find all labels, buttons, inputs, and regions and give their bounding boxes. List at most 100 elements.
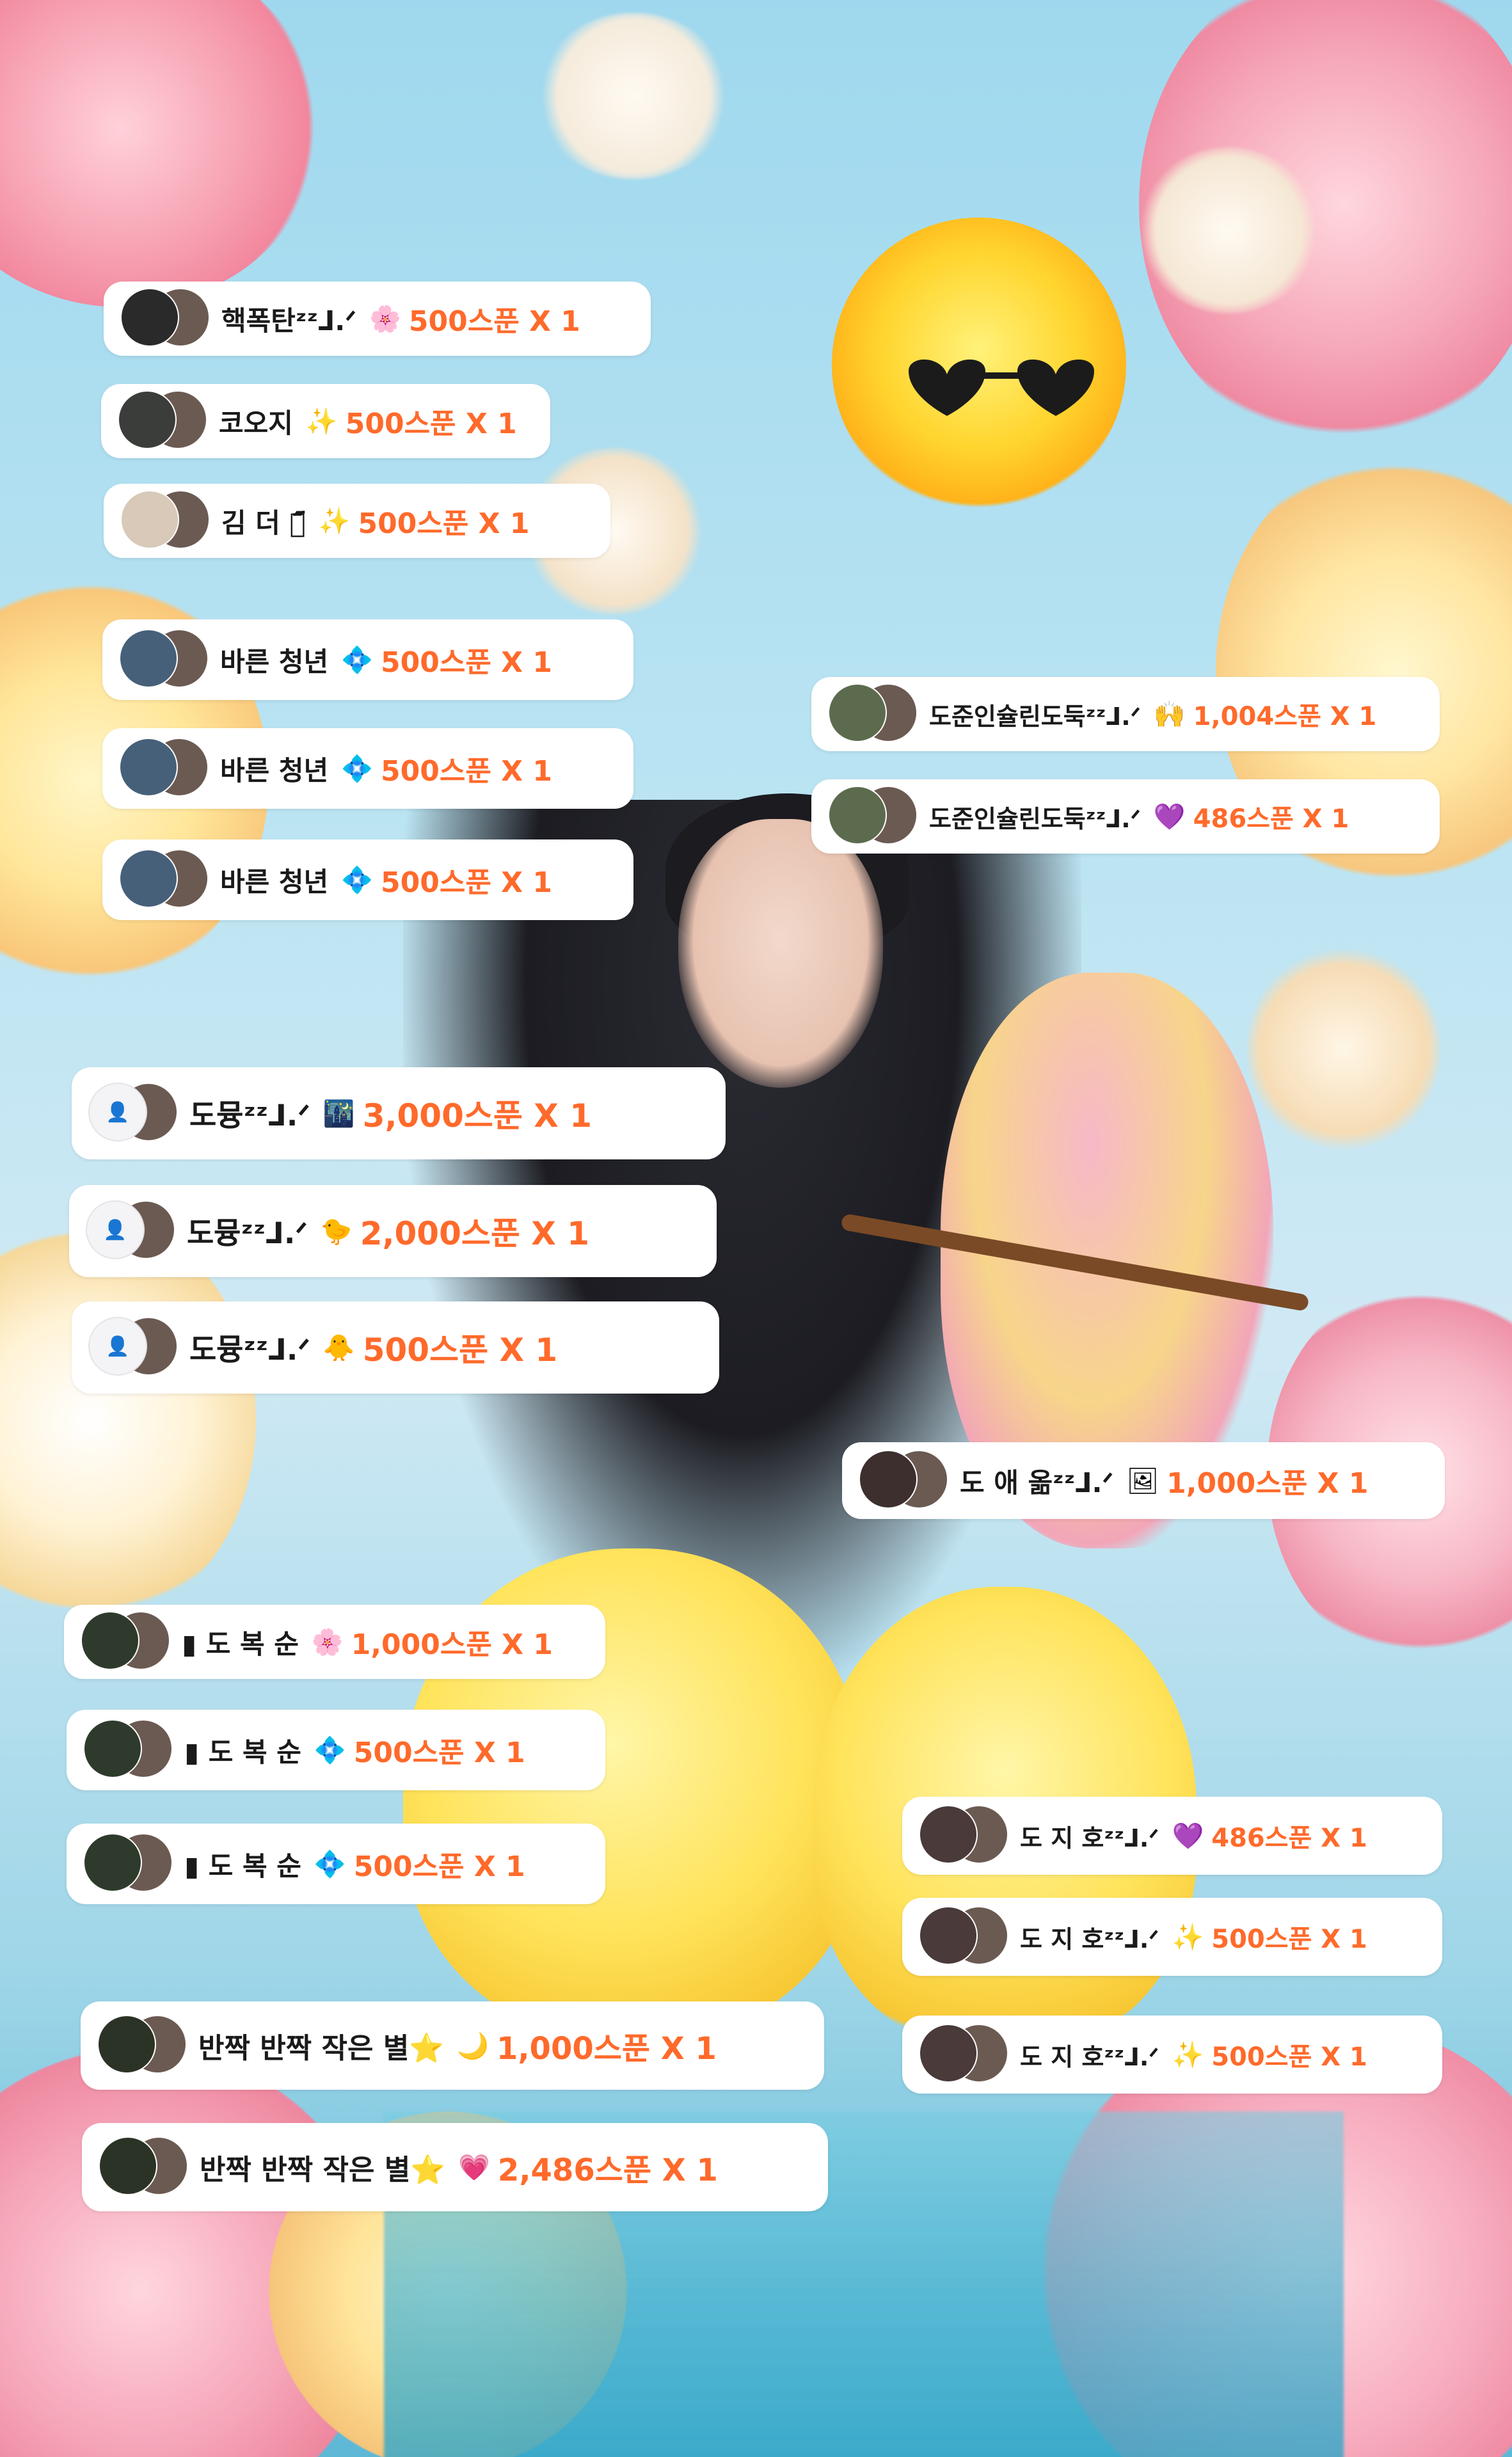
sparkle-gift-icon: ✨ <box>318 506 351 536</box>
sender-name: 도 애 옮ᶻᶻᒧ.ᐟ <box>960 1467 1114 1499</box>
photo-gift-icon: 🌃 <box>322 1099 355 1129</box>
sender-name: 김 더 덕᷇᷄ <box>221 507 306 539</box>
sender-avatar <box>919 2024 978 2083</box>
sender-name: 핵폭탄ᶻᶻᒧ.ᐟ <box>221 305 357 337</box>
gift-amount: 2,486스푼 X 1 <box>497 2152 718 2188</box>
gift-message: 반짝 반짝 작은 별⭐ 🌙 1,000스푼 X 1 <box>81 2001 824 2090</box>
gift-message: 바른 청년 💠 500스푼 X 1 <box>102 728 633 809</box>
avatar-pair <box>828 683 918 745</box>
sender-name: 바른 청년 <box>220 646 329 678</box>
sparkle-gift-icon: ✨ <box>1172 1922 1204 1952</box>
sender-name: 바른 청년 <box>220 866 329 898</box>
bubble-gift-icon: 💠 <box>314 1849 346 1879</box>
avatar-pair <box>83 1719 173 1781</box>
default-avatar: 👤 <box>88 1083 147 1141</box>
gift-amount: 500스푼 X 1 <box>1211 2042 1367 2072</box>
gift-amount: 486스푼 X 1 <box>1211 1824 1367 1853</box>
gift-amount: 500스푼 X 1 <box>381 755 552 788</box>
gift-message: 도 지 호ᶻᶻᒧ.ᐟ ✨ 500스푼 X 1 <box>902 1898 1442 1976</box>
gift-message: 도 지 호ᶻᶻᒧ.ᐟ ✨ 500스푼 X 1 <box>902 2016 1442 2094</box>
sender-name: 도 지 호ᶻᶻᒧ.ᐟ <box>1020 1824 1159 1852</box>
gift-message: 김 더 덕᷇᷄ ✨ 500스푼 X 1 <box>104 484 610 558</box>
bubble-gift-icon: 💠 <box>314 1735 346 1765</box>
gift-message: 코오지 ✨ 500스푼 X 1 <box>101 384 550 458</box>
sparkle-gift-icon: ✨ <box>1172 2040 1204 2070</box>
sender-name: 도뮹ᶻᶻᒧ.ᐟ <box>189 1332 310 1367</box>
gift-message: 👤 도뮹ᶻᶻᒧ.ᐟ 🌃 3,000스푼 X 1 <box>72 1067 726 1159</box>
moon-gift-icon: 🌙 <box>457 2031 489 2061</box>
sender-avatar <box>119 629 178 688</box>
avatar-pair <box>919 1906 1008 1968</box>
sender-name: ▮ 도 복 순 <box>182 1628 299 1660</box>
sender-avatar <box>83 1833 142 1892</box>
sender-name: 바른 청년 <box>220 754 329 786</box>
avatar-pair <box>119 849 209 910</box>
hibiscus-flower-decoration <box>0 0 320 307</box>
avatar-pair <box>119 629 209 690</box>
gift-amount: 500스푼 X 1 <box>362 1332 558 1369</box>
gift-message: 핵폭탄ᶻᶻᒧ.ᐟ 🌸 500스푼 X 1 <box>104 282 651 356</box>
gift-amount: 1,000스푼 X 1 <box>351 1628 553 1661</box>
gift-amount: 1,004스푼 X 1 <box>1193 702 1377 731</box>
sender-name: 반짝 반짝 작은 별⭐ <box>200 2154 446 2186</box>
gift-message: ▮ 도 복 순 💠 500스푼 X 1 <box>67 1824 605 1904</box>
plumeria-flower-decoration <box>0 1216 256 1625</box>
sender-name: 도뮹ᶻᶻᒧ.ᐟ <box>189 1098 310 1133</box>
gift-amount: 500스푼 X 1 <box>381 866 552 899</box>
user-silhouette-icon: 👤 <box>103 1218 127 1241</box>
sender-avatar <box>119 849 178 908</box>
sender-name: 코오지 <box>219 407 293 439</box>
gift-amount: 1,000스푼 X 1 <box>1166 1467 1369 1500</box>
sender-name: 도준인슐린도둑ᶻᶻᒧ.ᐟ <box>929 804 1141 833</box>
bubble-gift-icon: 💠 <box>341 754 373 784</box>
sender-name: 도 지 호ᶻᶻᒧ.ᐟ <box>1020 1925 1159 1953</box>
sender-name: 도뮹ᶻᶻᒧ.ᐟ <box>187 1216 308 1250</box>
avatar-pair <box>919 1805 1008 1866</box>
user-silhouette-icon: 👤 <box>106 1101 130 1124</box>
sender-name: 도준인슐린도둑ᶻᶻᒧ.ᐟ <box>929 702 1141 731</box>
avatar-pair: 👤 <box>88 1083 178 1144</box>
seashell-decoration <box>537 13 729 179</box>
gift-message: 바른 청년 💠 500스푼 X 1 <box>102 839 633 920</box>
avatar-pair <box>97 2015 187 2076</box>
streamer-face <box>678 819 883 1088</box>
seashell-decoration <box>1248 947 1440 1152</box>
sender-avatar <box>81 1611 139 1670</box>
avatar-pair <box>828 786 918 847</box>
potion-gift-icon: 💗 <box>458 2152 490 2183</box>
gift-amount: 500스푼 X 1 <box>353 1737 525 1769</box>
gift-message: 도준인슐린도둑ᶻᶻᒧ.ᐟ 💜 486스푼 X 1 <box>811 779 1440 854</box>
sender-name: ▮ 도 복 순 <box>184 1850 301 1882</box>
heart-sunglasses-icon <box>909 359 1094 416</box>
sender-avatar <box>919 1906 978 1965</box>
chick-gift-icon: 🐤 <box>320 1216 353 1246</box>
gift-amount: 500스푼 X 1 <box>353 1850 525 1883</box>
gift-message: ▮ 도 복 순 💠 500스푼 X 1 <box>67 1710 605 1790</box>
gift-amount: 486스푼 X 1 <box>1193 804 1349 834</box>
heart-gift-icon: 💜 <box>1172 1821 1204 1851</box>
bubble-gift-icon: 💠 <box>341 865 373 895</box>
avatar-pair <box>919 2024 1008 2085</box>
gift-amount: 500스푼 X 1 <box>358 507 530 540</box>
user-silhouette-icon: 👤 <box>106 1335 130 1358</box>
gift-message: 반짝 반짝 작은 별⭐ 💗 2,486스푼 X 1 <box>82 2123 828 2211</box>
sender-avatar <box>859 1450 918 1509</box>
avatar-pair <box>83 1833 173 1895</box>
avatar-pair <box>119 738 209 799</box>
sender-name: ▮ 도 복 순 <box>184 1736 301 1768</box>
avatar-pair: 👤 <box>86 1200 175 1262</box>
avatar-pair <box>120 490 210 552</box>
sender-avatar <box>120 288 179 347</box>
sender-name: 반짝 반짝 작은 별⭐ <box>198 2032 445 2065</box>
hands-gift-icon: 🙌 <box>1153 699 1186 729</box>
frame-gift-icon: 🖼 <box>1126 1466 1159 1496</box>
heart-gift-icon: 💜 <box>1153 802 1186 832</box>
gift-amount: 3,000스푼 X 1 <box>362 1097 593 1134</box>
default-avatar: 👤 <box>86 1200 145 1259</box>
pink-gift-icon: 🌸 <box>369 304 401 334</box>
gift-amount: 500스푼 X 1 <box>1211 1925 1367 1954</box>
avatar-pair: 👤 <box>88 1317 178 1378</box>
sender-avatar <box>828 786 887 845</box>
gift-amount: 500스푼 X 1 <box>408 305 580 338</box>
sender-avatar <box>120 490 179 549</box>
